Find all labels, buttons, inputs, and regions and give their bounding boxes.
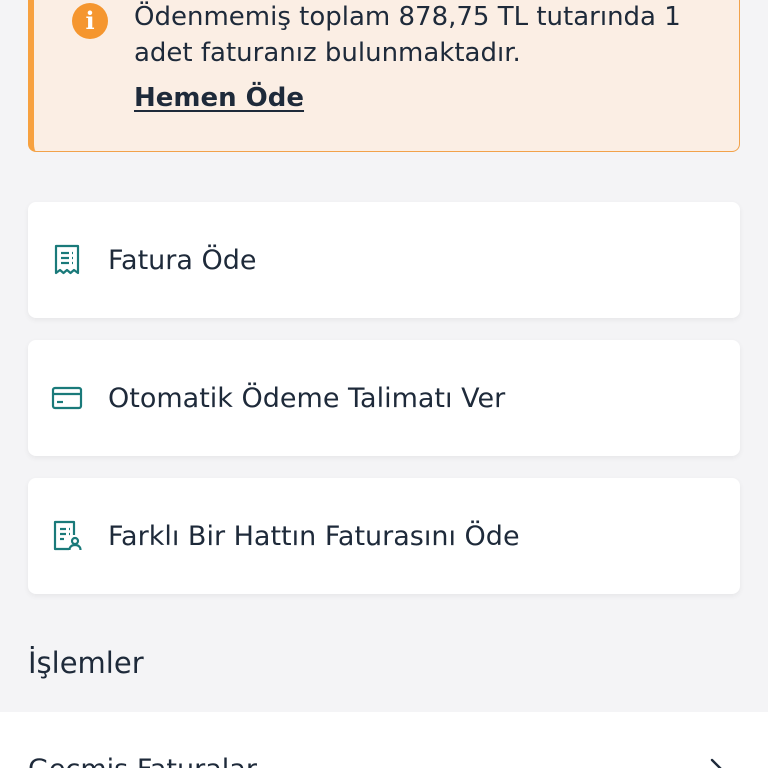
other-line-bill-button[interactable]: Farklı Bir Hattın Faturasını Öde [28,478,740,594]
list-item-past-bills[interactable]: Geçmiş Faturalar [0,712,768,768]
other-line-bill-label: Farklı Bir Hattın Faturasını Öde [108,520,520,552]
alert-message: Ödenmemiş toplam 878,75 TL tutarında 1 a… [134,2,681,68]
past-bills-label: Geçmiş Faturalar [28,754,257,768]
credit-card-icon [50,381,84,415]
pay-bill-label: Fatura Öde [108,244,257,276]
pay-now-link[interactable]: Hemen Öde [134,83,304,113]
unpaid-bill-alert: i Ödenmemiş toplam 878,75 TL tutarında 1… [28,0,740,152]
auto-payment-label: Otomatik Ödeme Talimatı Ver [108,382,506,414]
receipt-icon [50,243,84,277]
info-icon: i [72,3,108,39]
transactions-list: Geçmiş Faturalar [0,712,768,768]
pay-bill-button[interactable]: Fatura Öde [28,202,740,318]
page: i Ödenmemiş toplam 878,75 TL tutarında 1… [0,0,768,768]
user-document-icon [50,519,84,553]
section-title: İşlemler [28,646,144,680]
auto-payment-button[interactable]: Otomatik Ödeme Talimatı Ver [28,340,740,456]
chevron-right-icon [704,758,732,768]
